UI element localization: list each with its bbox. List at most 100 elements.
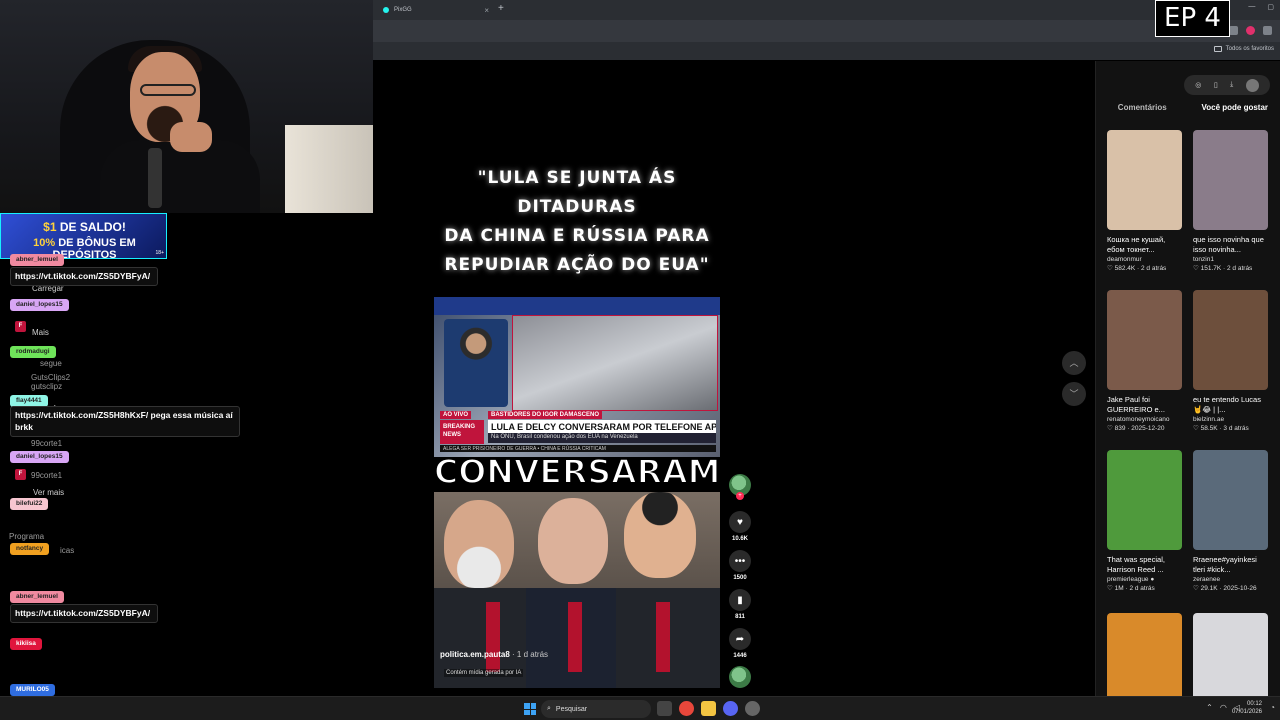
- video-thumbnail[interactable]: [1107, 290, 1182, 390]
- microphone: [148, 148, 162, 208]
- notification-bell-icon[interactable]: ◔: [1270, 703, 1275, 712]
- video-card[interactable]: Rraenee#yayinkesi tleri #kick... zeraenee…: [1193, 450, 1269, 592]
- profile-avatar-icon[interactable]: [1246, 26, 1255, 35]
- video-thumbnail[interactable]: [1193, 290, 1268, 390]
- obs-icon[interactable]: [745, 701, 760, 716]
- comment-button[interactable]: ••• 1500: [728, 550, 752, 581]
- minimize-icon[interactable]: —: [1248, 3, 1255, 11]
- promo-percent: 10%: [33, 237, 56, 249]
- folder-icon: [1213, 46, 1222, 52]
- chat-username[interactable]: rodmadugi: [10, 346, 56, 358]
- video-card-stats: ♡ 58.5K · 3 d atrás: [1193, 425, 1249, 432]
- video-card-title[interactable]: eu te entendo Lucas🤘😂 | |...: [1193, 395, 1269, 415]
- new-tab-button[interactable]: +: [498, 3, 504, 14]
- tab-recommended[interactable]: Você pode gostar: [1189, 103, 1280, 117]
- maximize-icon[interactable]: ▢: [1267, 3, 1274, 11]
- phone-icon[interactable]: ▯: [1214, 81, 1218, 89]
- video-player[interactable]: "LULA SE JUNTA ÁS DITADURAS DA CHINA E R…: [433, 140, 721, 688]
- background-chat-text: 99corte1: [31, 439, 63, 448]
- video-thumbnail[interactable]: [1107, 450, 1182, 550]
- chat-username[interactable]: MURILO05: [10, 684, 55, 696]
- all-bookmarks-button[interactable]: Todos os favoritos: [1213, 46, 1274, 52]
- video-card[interactable]: Jake Paul foi GUERREIRO e... renatomoneym…: [1107, 290, 1183, 432]
- tiktok-icon: [383, 7, 389, 13]
- video-card-title[interactable]: Кошка не кушай, ебом токнет...: [1107, 235, 1183, 255]
- share-button[interactable]: ➦ 1446: [728, 628, 752, 659]
- video-card-title[interactable]: That was special, Harrison Reed ...: [1107, 555, 1183, 575]
- taskbar-search[interactable]: ⌕ Pesquisar: [541, 700, 651, 718]
- video-card-stats: ♡ 29.1K · 2025-10-26: [1193, 585, 1257, 592]
- share-icon: ➦: [729, 628, 751, 650]
- tab-comments[interactable]: Comentários: [1096, 103, 1189, 117]
- search-icon: ⌕: [547, 705, 551, 712]
- bookmark-icon: ▮: [729, 589, 751, 611]
- video-card-title[interactable]: Rraenee#yayinkesi tleri #kick...: [1193, 555, 1269, 575]
- chevron-up-icon[interactable]: ⌃: [1206, 703, 1213, 712]
- chat-username[interactable]: abner_lemuel: [10, 591, 64, 603]
- task-view-icon[interactable]: [657, 701, 672, 716]
- video-card[interactable]: que isso novinha que isso novinha... tonz…: [1193, 130, 1269, 272]
- author-avatar-button[interactable]: +: [728, 474, 752, 500]
- panel-tools: ◎ ▯ ⤓: [1184, 75, 1270, 95]
- ai-label: Contém mídia gerada por IA: [444, 669, 524, 677]
- music-disc-icon: [729, 666, 751, 688]
- taskbar-apps: [657, 701, 760, 716]
- news-top-bar: [434, 297, 720, 315]
- chat-message: https://vt.tiktok.com/ZS5H8hKxF/ pega es…: [10, 406, 240, 437]
- comment-count: 1500: [733, 575, 747, 581]
- video-card[interactable]: Кошка не кушай, ебом токнет... deamonmur ♡…: [1107, 130, 1183, 272]
- puzzle-icon[interactable]: [1229, 26, 1238, 35]
- sound-disc-button[interactable]: [728, 666, 752, 688]
- address-bar[interactable]: [373, 20, 1280, 42]
- chat-username[interactable]: bilefui22: [10, 498, 49, 510]
- face-left: [444, 500, 514, 588]
- video-author[interactable]: politica.em.pauta8 · 1 d atrás: [440, 650, 548, 659]
- save-button[interactable]: ▮ 811: [728, 589, 752, 620]
- wifi-icon[interactable]: ◠: [1220, 703, 1227, 712]
- windows-start-icon[interactable]: [524, 703, 536, 715]
- next-video-button[interactable]: ﹀: [1062, 382, 1086, 406]
- chrome-icon[interactable]: [679, 701, 694, 716]
- taskbar-clock[interactable]: 00:12 07/01/2026: [1232, 700, 1262, 716]
- video-card-author[interactable]: zeraenee: [1193, 576, 1269, 583]
- chat-username[interactable]: notfancy: [10, 543, 50, 555]
- chat-username[interactable]: daniel_lopes15: [10, 299, 69, 311]
- video-card-title[interactable]: Jake Paul foi GUERREIRO e...: [1107, 395, 1183, 415]
- live-badge: AO VIVO: [440, 411, 472, 419]
- shelf: [285, 125, 373, 213]
- tab-pixgg[interactable]: PixGG ×: [377, 2, 495, 18]
- previous-video-button[interactable]: ︿: [1062, 351, 1086, 375]
- video-card-author[interactable]: bielzinn.ae: [1193, 416, 1269, 423]
- promo-line-1: $1 DE SALDO!: [1, 220, 168, 234]
- close-tab-icon[interactable]: ×: [484, 6, 489, 15]
- video-card-author[interactable]: renatomoneymoicano: [1107, 416, 1183, 423]
- promo-banner: $1 DE SALDO! 10% DE BÔNUS EM DEPÓSITOS 1…: [0, 213, 168, 261]
- video-thumbnail[interactable]: [1107, 130, 1182, 230]
- chat-username[interactable]: kikiisa: [10, 638, 42, 650]
- like-button[interactable]: ♥ 10.6K: [728, 511, 752, 542]
- video-thumbnail[interactable]: [1193, 130, 1268, 230]
- menu-dots-icon[interactable]: [1263, 26, 1272, 35]
- helicopter-image: [512, 315, 718, 411]
- video-card-title[interactable]: que isso novinha que isso novinha...: [1193, 235, 1269, 255]
- download-icon[interactable]: ⤓: [1230, 81, 1233, 89]
- video-card-author[interactable]: tonzin1: [1193, 256, 1269, 263]
- chevron-down-icon: ﹀: [1069, 389, 1079, 399]
- video-card[interactable]: That was special, Harrison Reed ... premi…: [1107, 450, 1183, 592]
- follow-plus-icon[interactable]: +: [736, 492, 744, 500]
- save-count: 811: [735, 614, 745, 620]
- video-card-stats: ♡ 839 · 2025-12-20: [1107, 425, 1165, 432]
- clock-date: 07/01/2026: [1231, 709, 1262, 715]
- chat-username[interactable]: daniel_lopes15: [10, 451, 69, 463]
- posted-time: · 1 d atrás: [509, 650, 549, 659]
- video-card[interactable]: eu te entendo Lucas🤘😂 | |... bielzinn.ae ♡…: [1193, 290, 1269, 432]
- video-thumbnail[interactable]: [1193, 450, 1268, 550]
- chat-username[interactable]: abner_lemuel: [10, 254, 64, 266]
- video-card-author[interactable]: deamonmur: [1107, 256, 1183, 263]
- compass-icon[interactable]: ◎: [1195, 81, 1201, 89]
- file-explorer-icon[interactable]: [701, 701, 716, 716]
- video-card-author[interactable]: premierleague ●: [1107, 576, 1183, 583]
- discord-icon[interactable]: [723, 701, 738, 716]
- user-avatar-icon[interactable]: [1245, 78, 1259, 92]
- chat-badge-icon: F: [15, 469, 26, 480]
